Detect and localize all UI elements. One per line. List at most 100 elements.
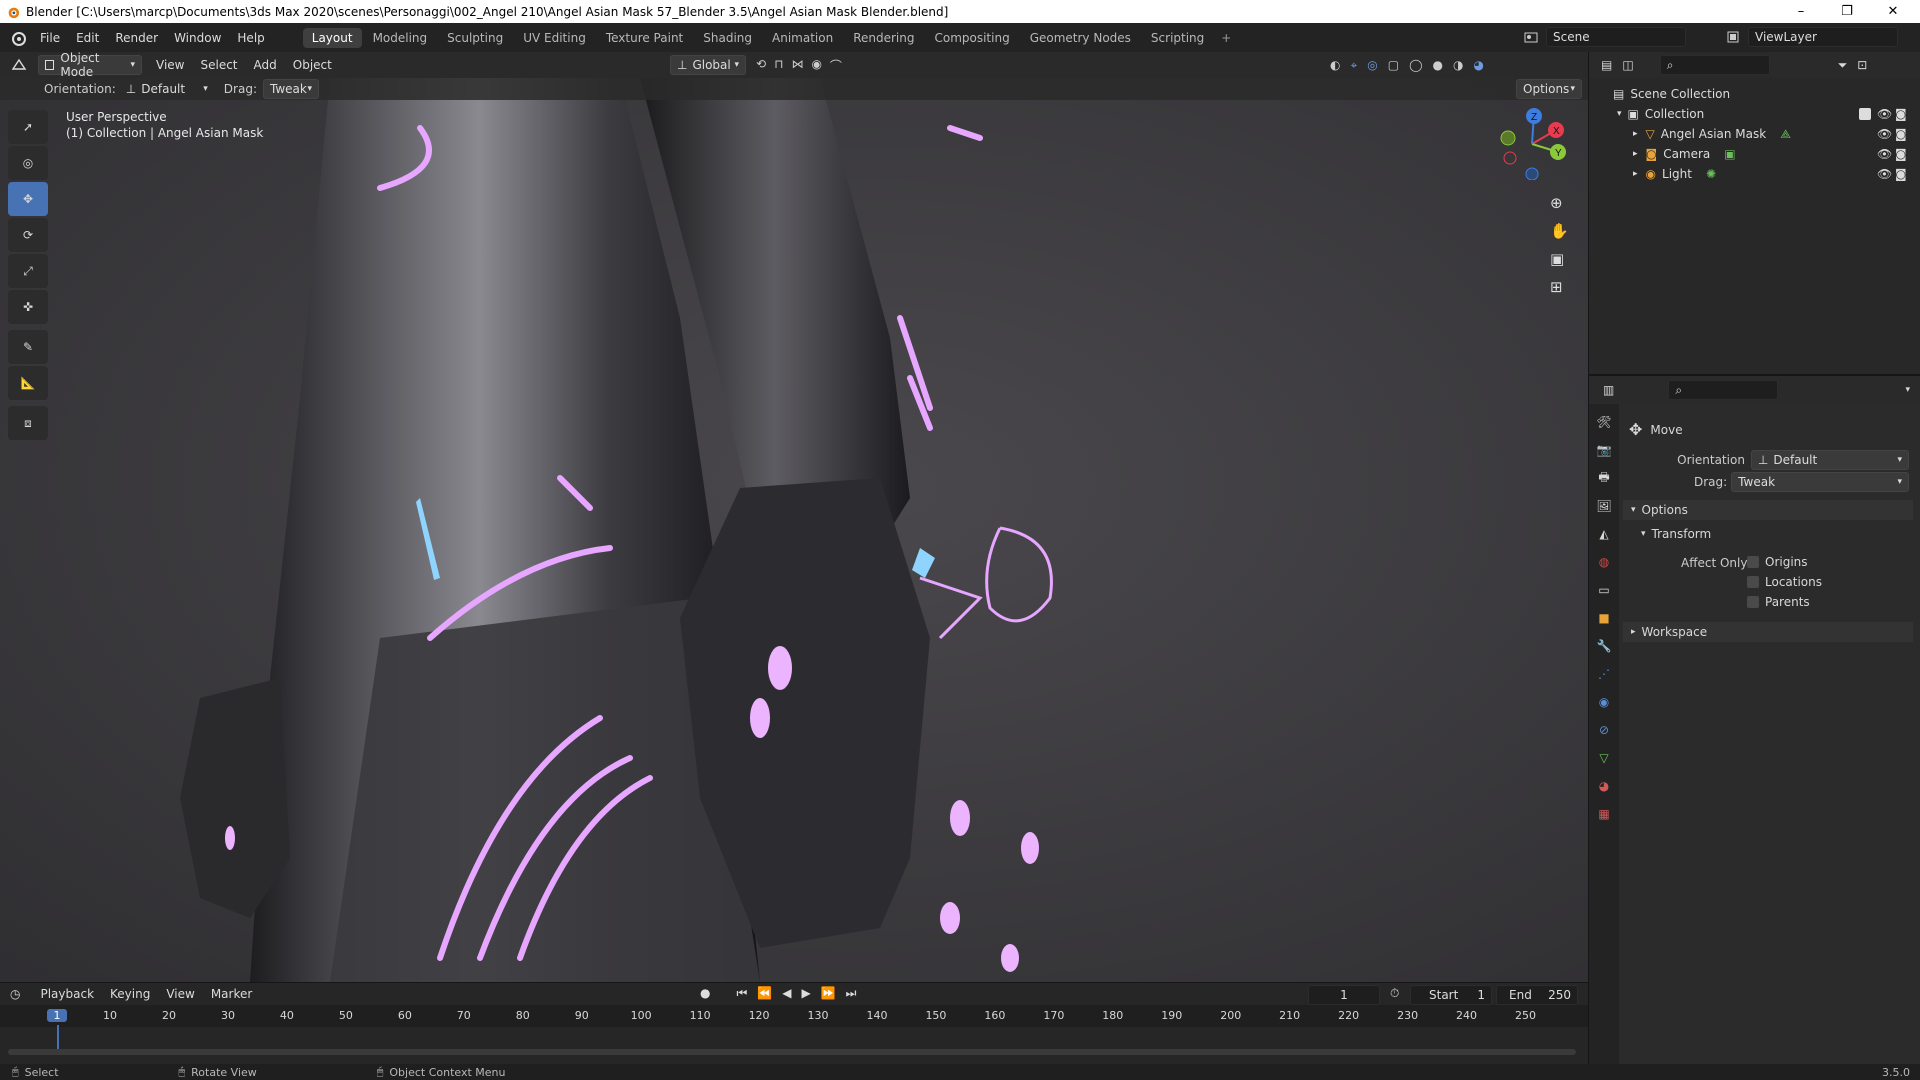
properties-search-input[interactable]: ⌕ (1668, 380, 1779, 400)
falloff-icon[interactable]: ⌒ (830, 57, 842, 74)
properties-editor-type-icon[interactable]: ▥ (1603, 383, 1614, 397)
viewport-menu-view[interactable]: View (148, 58, 192, 72)
affect-locations-checkbox[interactable]: Locations (1747, 572, 1822, 592)
menu-file[interactable]: File (32, 31, 68, 45)
start-frame-field[interactable]: Start 1 (1410, 985, 1492, 1005)
constraints-tab-icon[interactable]: ⊘ (1593, 719, 1615, 741)
tab-sculpting[interactable]: Sculpting (438, 28, 512, 48)
menu-window[interactable]: Window (166, 31, 229, 45)
snap-target-icon[interactable]: ⋈ (791, 57, 803, 74)
jump-end-icon[interactable]: ⏭ (846, 986, 857, 1001)
particles-tab-icon[interactable]: ⋰ (1593, 663, 1615, 685)
checkbox-box[interactable] (1747, 556, 1759, 568)
current-frame-field[interactable]: 1 (1308, 985, 1380, 1005)
annotate-tool-button[interactable]: ✎ (8, 330, 48, 364)
snap-icon[interactable]: ⊓ (774, 57, 783, 74)
outliner-editor-type-icon[interactable]: ▤ (1601, 58, 1612, 72)
rendered-shading-icon[interactable]: ◕ (1473, 58, 1483, 72)
properties-drag-dropdown[interactable]: Tweak ▾ (1731, 472, 1909, 492)
timeline-menu-keying[interactable]: Keying (102, 987, 158, 1001)
outliner-row-angel-asian-mask[interactable]: ▸ ▽ Angel Asian Mask ⟁ 👁 ◙ (1589, 124, 1920, 144)
stopwatch-icon[interactable]: ⏱ (1390, 986, 1399, 1001)
viewport-menu-select[interactable]: Select (192, 58, 245, 72)
frame-ruler[interactable]: 1 10 20 30 40 50 60 70 80 90 100 110 120 130 140 150 160… (0, 1005, 1588, 1049)
jump-start-icon[interactable]: ⏮ (736, 986, 747, 1001)
solid-shading-icon[interactable]: ● (1433, 58, 1443, 72)
physics-tab-icon[interactable]: ◉ (1593, 691, 1615, 713)
drag-dropdown[interactable]: Tweak ▾ (262, 79, 319, 99)
visibility-icon[interactable]: ◐ (1330, 58, 1340, 72)
transform-orientation-dropdown[interactable]: ⊥ Global ▾ (670, 55, 746, 75)
camera-render-icon[interactable]: ◙ (1895, 167, 1907, 181)
gizmo-toggle-icon[interactable]: ⌖ (1350, 58, 1357, 73)
restore-button[interactable]: ❐ (1824, 0, 1870, 23)
checkbox-box[interactable] (1747, 576, 1759, 588)
expand-arrow-icon[interactable]: ▸ (1633, 149, 1638, 159)
measure-tool-button[interactable]: 📐 (8, 366, 48, 400)
options-dropdown[interactable]: Options ▾ (1516, 79, 1582, 99)
data-tab-icon[interactable]: ▽ (1593, 747, 1615, 769)
texture-tab-icon[interactable]: ▦ (1593, 803, 1615, 825)
camera-render-icon[interactable]: ◙ (1895, 127, 1907, 141)
filter-icon[interactable]: ⏷ (1838, 58, 1848, 73)
material-shading-icon[interactable]: ◑ (1453, 58, 1463, 72)
pan-hand-icon[interactable]: ✋ (1550, 222, 1569, 240)
rotate-tool-button[interactable]: ⟳ (8, 218, 48, 252)
wireframe-shading-icon[interactable]: ◯ (1409, 58, 1422, 72)
add-workspace-button[interactable]: + (1213, 31, 1239, 45)
add-cube-tool-button[interactable]: ⧈ (8, 406, 48, 440)
tab-scripting[interactable]: Scripting (1142, 28, 1213, 48)
scale-tool-button[interactable]: ⤢ (8, 254, 48, 288)
tab-shading[interactable]: Shading (694, 28, 761, 48)
pivot-point-icon[interactable]: ⟲ (756, 57, 766, 74)
end-frame-field[interactable]: End 250 (1496, 985, 1578, 1005)
timeline-menu-view[interactable]: View (158, 987, 202, 1001)
outliner-search-input[interactable]: ⌕ (1659, 55, 1770, 75)
ortho-grid-icon[interactable]: ⊞ (1550, 278, 1569, 296)
blender-menu-icon[interactable] (10, 30, 26, 46)
viewport-menu-object[interactable]: Object (285, 58, 340, 72)
eye-icon[interactable]: 👁 (1877, 107, 1892, 121)
display-mode-icon[interactable]: ◫ (1622, 58, 1633, 72)
minimize-button[interactable]: – (1778, 0, 1824, 23)
new-collection-icon[interactable]: ⊡ (1857, 58, 1867, 72)
playhead-line[interactable] (57, 1025, 59, 1049)
xray-icon[interactable]: ▢ (1388, 58, 1399, 72)
tab-modeling[interactable]: Modeling (364, 28, 437, 48)
light-data-icon[interactable]: ✺ (1706, 167, 1716, 181)
tab-layout[interactable]: Layout (302, 27, 362, 48)
collection-checkbox[interactable] (1859, 108, 1871, 120)
expand-arrow-icon[interactable]: ▸ (1633, 169, 1638, 179)
options-panel-header[interactable]: ▾ Options (1623, 500, 1913, 520)
material-tab-icon[interactable]: ◕ (1593, 775, 1615, 797)
workspace-panel-header[interactable]: ▸ Workspace (1623, 622, 1913, 642)
tab-texture-paint[interactable]: Texture Paint (597, 28, 692, 48)
eye-icon[interactable]: 👁 (1877, 147, 1892, 161)
tab-uv-editing[interactable]: UV Editing (514, 28, 595, 48)
menu-render[interactable]: Render (107, 31, 166, 45)
timeline-editor-type-icon[interactable]: ◷ (10, 987, 20, 1001)
view-layer-tab-icon[interactable]: 🖼 (1593, 495, 1615, 517)
scene-tab-icon[interactable]: ◭ (1593, 523, 1615, 545)
object-mode-dropdown[interactable]: Object Mode ▾ (38, 51, 142, 79)
move-tool-button[interactable]: ✥ (8, 182, 48, 216)
scene-collection-row[interactable]: ▤ Scene Collection (1589, 84, 1920, 104)
affect-parents-checkbox[interactable]: Parents (1747, 592, 1822, 612)
camera-render-icon[interactable]: ◙ (1895, 147, 1907, 161)
tool-tab-icon[interactable]: 🛠 (1593, 411, 1615, 433)
tab-compositing[interactable]: Compositing (925, 28, 1018, 48)
overlay-toggle-icon[interactable]: ◎ (1367, 58, 1377, 72)
tab-rendering[interactable]: Rendering (844, 28, 923, 48)
next-keyframe-icon[interactable]: ⏩ (821, 986, 836, 1001)
tab-animation[interactable]: Animation (763, 28, 842, 48)
menu-edit[interactable]: Edit (68, 31, 107, 45)
timeline-menu-marker[interactable]: Marker (203, 987, 260, 1001)
navigation-gizmo[interactable]: X Y Z (1496, 108, 1568, 180)
camera-view-icon[interactable]: ▣ (1550, 250, 1569, 268)
world-tab-icon[interactable]: ◍ (1593, 551, 1615, 573)
proportional-edit-icon[interactable]: ◉ (811, 57, 821, 74)
cursor-tool-button[interactable]: ◎ (8, 146, 48, 180)
viewport-menu-add[interactable]: Add (246, 58, 285, 72)
prev-keyframe-icon[interactable]: ⏪ (757, 986, 772, 1001)
collection-tab-icon[interactable]: ▭ (1593, 579, 1615, 601)
